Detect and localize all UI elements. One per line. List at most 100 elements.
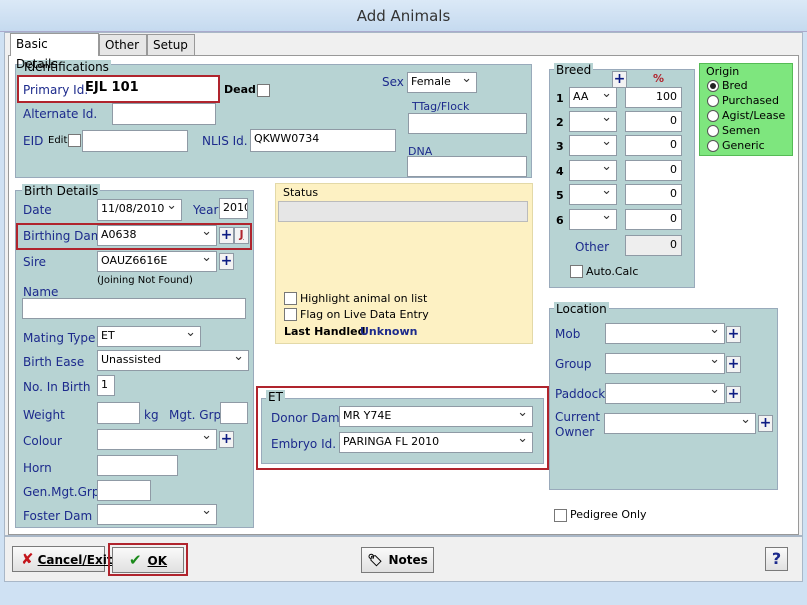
tab-setup[interactable]: Setup xyxy=(147,34,195,56)
name-label: Name xyxy=(23,285,59,299)
breed-select[interactable] xyxy=(569,135,617,156)
alternate-id-input[interactable] xyxy=(112,103,216,125)
tab-other[interactable]: Other xyxy=(99,34,147,56)
breed-percent-input[interactable]: 0 xyxy=(625,160,682,181)
tab-basic-details[interactable]: Basic Details xyxy=(10,33,99,71)
no-in-birth-input[interactable]: 1 xyxy=(97,375,115,396)
breed-row-number: 5 xyxy=(556,189,564,202)
notes-icon: 🏷 xyxy=(367,553,383,567)
location-title: Location xyxy=(554,302,609,316)
gen-mgt-grp-label: Gen.Mgt.Grp. xyxy=(23,485,104,499)
dna-input[interactable] xyxy=(407,156,527,177)
origin-option-label: Generic xyxy=(722,139,765,152)
donor-dam-label: Donor Dam xyxy=(271,411,340,425)
alternate-id-label: Alternate Id. xyxy=(23,107,98,121)
eid-input[interactable] xyxy=(82,130,188,152)
birthing-dam-j-button[interactable]: J xyxy=(234,227,249,244)
highlight-label: Highlight animal on list xyxy=(300,292,428,305)
origin-radio[interactable] xyxy=(707,140,719,152)
breed-row-number: 1 xyxy=(556,92,564,105)
ttag-input[interactable] xyxy=(408,113,527,134)
mating-type-select[interactable]: ET xyxy=(97,326,201,347)
primary-id-input[interactable]: EJL 101 xyxy=(85,80,139,95)
breed-percent-input[interactable]: 0 xyxy=(625,184,682,205)
origin-radio[interactable] xyxy=(707,95,719,107)
group-select[interactable] xyxy=(605,353,725,374)
sire-select[interactable]: OAUZ6616E xyxy=(97,251,217,272)
date-picker[interactable]: 11/08/2010 xyxy=(97,199,182,221)
breed-select[interactable] xyxy=(569,209,617,230)
name-input[interactable] xyxy=(22,298,246,319)
title-bar: Add Animals xyxy=(0,0,807,32)
donor-dam-select[interactable]: MR Y74E xyxy=(339,406,533,427)
breed-percent-input[interactable]: 100 xyxy=(625,87,682,108)
cancel-exit-button[interactable]: ✘ Cancel/Exit xyxy=(12,546,113,572)
paddock-label: Paddock xyxy=(555,387,606,401)
breed-add-button[interactable]: + xyxy=(612,71,627,88)
date-label: Date xyxy=(23,203,52,217)
colour-label: Colour xyxy=(23,434,62,448)
sex-label: Sex xyxy=(382,75,404,89)
mob-select[interactable] xyxy=(605,323,725,344)
breed-percent-input[interactable]: 0 xyxy=(625,135,682,156)
origin-title: Origin xyxy=(706,65,740,78)
foster-dam-select[interactable] xyxy=(97,504,217,525)
year-input[interactable]: 2010 xyxy=(219,198,248,219)
flag-checkbox[interactable] xyxy=(284,308,297,321)
eid-edit-checkbox[interactable] xyxy=(68,134,81,147)
birthing-dam-select[interactable]: A0638 xyxy=(97,225,217,246)
auto-calc-checkbox[interactable] xyxy=(570,265,583,278)
origin-option-label: Agist/Lease xyxy=(722,109,786,122)
last-handled-value: Unknown xyxy=(360,325,418,338)
birth-ease-select[interactable]: Unassisted xyxy=(97,350,249,371)
weight-input[interactable] xyxy=(97,402,140,424)
dead-label: Dead xyxy=(224,83,256,96)
current-owner-add-button[interactable]: + xyxy=(758,415,773,432)
breed-title: Breed xyxy=(554,63,594,77)
ttag-label: TTag/Flock xyxy=(412,100,470,113)
paddock-add-button[interactable]: + xyxy=(726,386,741,403)
dead-checkbox[interactable] xyxy=(257,84,270,97)
year-label: Year xyxy=(193,203,219,217)
origin-radio[interactable] xyxy=(707,110,719,122)
colour-add-button[interactable]: + xyxy=(219,431,234,448)
breed-select[interactable]: AA xyxy=(569,87,617,108)
breed-select[interactable] xyxy=(569,160,617,181)
eid-edit-label: Edit xyxy=(48,135,68,146)
embryo-id-select[interactable]: PARINGA FL 2010 xyxy=(339,432,533,453)
breed-percent-input[interactable]: 0 xyxy=(625,209,682,230)
status-title: Status xyxy=(283,186,319,199)
nlis-input[interactable]: QKWW0734 xyxy=(250,129,396,152)
group-label: Group xyxy=(555,357,592,371)
mgt-grp-input[interactable] xyxy=(220,402,248,424)
highlight-checkbox[interactable] xyxy=(284,292,297,305)
pedigree-only-checkbox[interactable] xyxy=(554,509,567,522)
colour-select[interactable] xyxy=(97,429,217,450)
group-add-button[interactable]: + xyxy=(726,356,741,373)
breed-select[interactable] xyxy=(569,184,617,205)
birthing-dam-add-button[interactable]: + xyxy=(219,227,234,244)
sex-select[interactable]: Female xyxy=(407,72,477,93)
help-button[interactable]: ? xyxy=(765,547,788,571)
cancel-exit-label: Cancel/Exit xyxy=(37,553,113,567)
origin-radio[interactable] xyxy=(707,125,719,137)
paddock-select[interactable] xyxy=(605,383,725,404)
breed-select[interactable] xyxy=(569,111,617,132)
current-owner-label-line2: Owner xyxy=(555,425,595,439)
sire-add-button[interactable]: + xyxy=(219,253,234,270)
origin-radio[interactable] xyxy=(707,80,719,92)
mob-add-button[interactable]: + xyxy=(726,326,741,343)
current-owner-select[interactable] xyxy=(604,413,756,434)
horn-input[interactable] xyxy=(97,455,178,476)
foster-dam-label: Foster Dam xyxy=(23,509,93,523)
breed-percent-input[interactable]: 0 xyxy=(625,111,682,132)
primary-id-label: Primary Id. xyxy=(23,83,89,97)
auto-calc-label: Auto.Calc xyxy=(586,265,639,278)
origin-option-label: Bred xyxy=(722,79,748,92)
breed-percent-header: % xyxy=(653,72,665,85)
gen-mgt-grp-input[interactable] xyxy=(97,480,151,501)
ok-button[interactable]: ✔ OK xyxy=(112,547,184,573)
status-bar xyxy=(0,582,807,605)
birth-ease-label: Birth Ease xyxy=(23,355,85,369)
notes-button[interactable]: 🏷 Notes xyxy=(361,547,434,573)
